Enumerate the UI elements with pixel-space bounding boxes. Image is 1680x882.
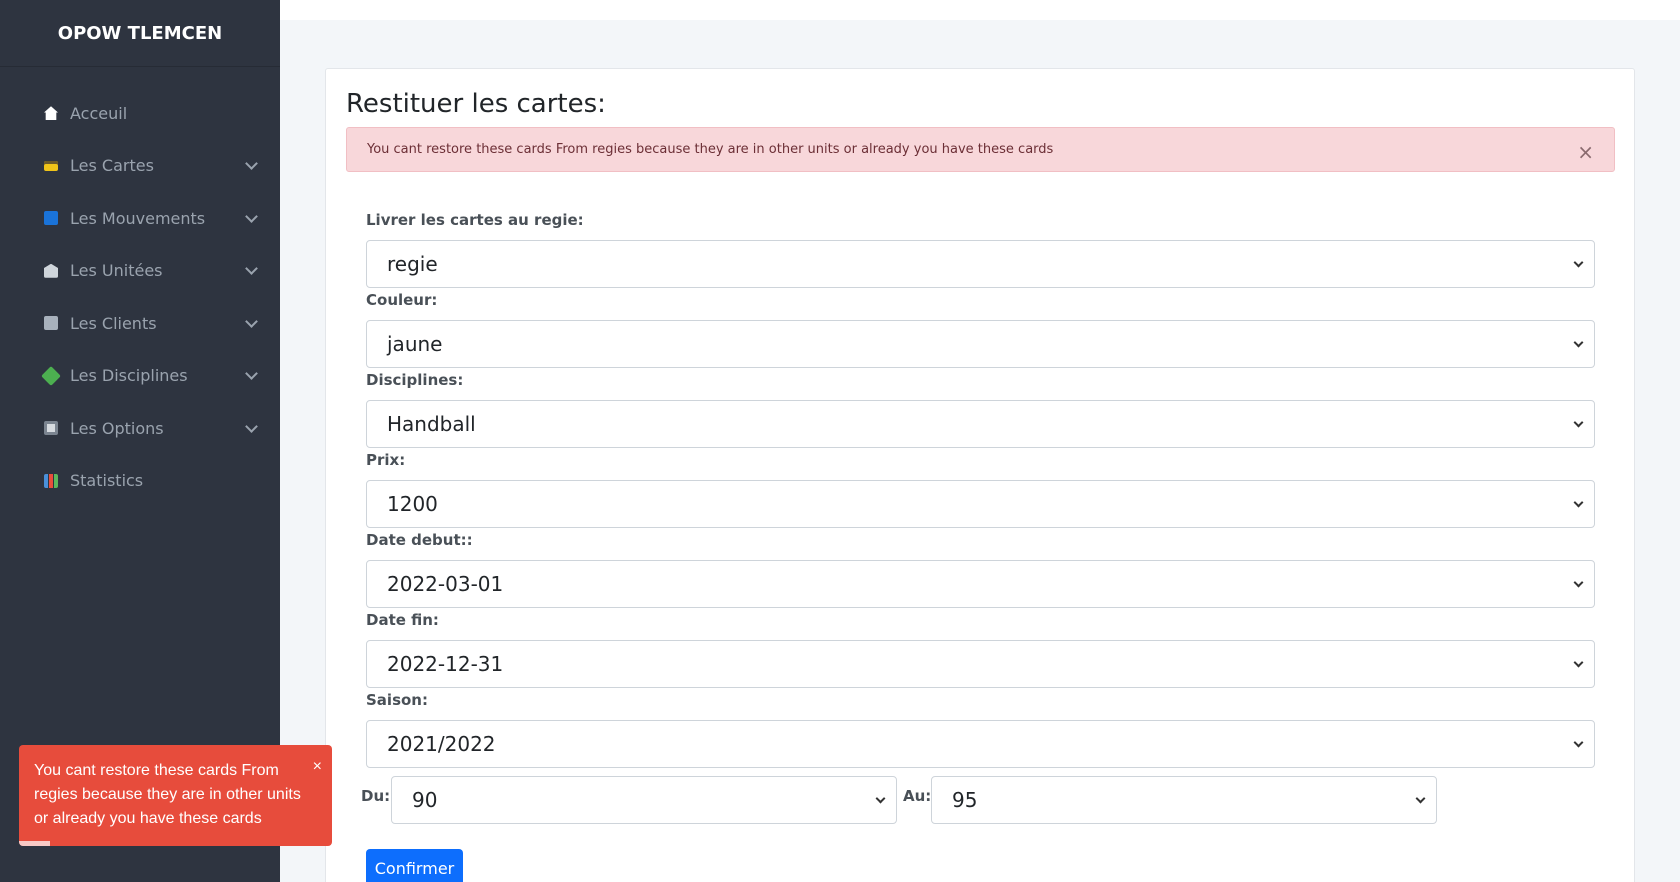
swap-icon (44, 211, 58, 226)
sidebar-item-label: Les Unitées (70, 261, 163, 281)
sidebar-item-clients[interactable]: Les Clients (0, 297, 280, 350)
saison-select[interactable]: 2021/2022 (366, 720, 1595, 768)
brand[interactable]: OPOW TLEMCEN (0, 0, 280, 67)
sidebar-item-label: Les Mouvements (70, 208, 206, 228)
saison-value: 2021/2022 (387, 732, 496, 756)
error-alert: You cant restore these cards From regies… (346, 127, 1615, 172)
chevron-down-icon (245, 157, 258, 171)
disciplines-select[interactable]: Handball (366, 400, 1595, 448)
brand-title: OPOW TLEMCEN (57, 22, 223, 44)
sidebar-item-label: Statistics (70, 471, 144, 491)
sidebar-item-cartes[interactable]: Les Cartes (0, 140, 280, 193)
error-toast[interactable]: You cant restore these cards From regies… (19, 745, 332, 846)
date-fin-select[interactable]: 2022-12-31 (366, 640, 1595, 688)
card-icon (44, 160, 58, 171)
confirm-button[interactable]: Confirmer (366, 849, 463, 882)
du-value: 90 (412, 788, 438, 812)
regie-label: Livrer les cartes au regie: (366, 211, 584, 229)
home-icon (44, 106, 58, 121)
chevron-down-icon (245, 209, 258, 223)
au-select[interactable]: 95 (931, 776, 1437, 824)
regie-select[interactable]: regie (366, 240, 1595, 288)
du-label: Du: (361, 787, 391, 805)
chevron-down-icon (1573, 497, 1584, 508)
couleur-select[interactable]: jaune (366, 320, 1595, 368)
regie-value: regie (387, 252, 438, 276)
chevron-down-icon (1573, 577, 1584, 588)
du-select[interactable]: 90 (391, 776, 897, 824)
users-icon (44, 316, 58, 331)
alert-message: You cant restore these cards From regies… (367, 142, 1054, 157)
close-icon[interactable]: × (1577, 140, 1594, 164)
sidebar-item-label: Les Clients (70, 313, 157, 333)
building-icon (44, 263, 58, 278)
date-fin-value: 2022-12-31 (387, 652, 504, 676)
sidebar-item-options[interactable]: Les Options (0, 402, 280, 455)
chevron-down-icon (1573, 417, 1584, 428)
prix-label: Prix: (366, 451, 406, 469)
chevron-down-icon (245, 367, 258, 381)
chevron-down-icon (1415, 793, 1426, 804)
sidebar-item-label: Les Cartes (70, 156, 154, 176)
chevron-down-icon (1573, 737, 1584, 748)
puzzle-icon (41, 365, 61, 386)
couleur-value: jaune (387, 332, 443, 356)
sidebar-nav: Acceuil Les Cartes Les Mouvements Les Un… (0, 87, 280, 507)
chevron-down-icon (1573, 257, 1584, 268)
saison-label: Saison: (366, 691, 428, 709)
sidebar-item-label: Acceuil (70, 103, 128, 123)
disciplines-label: Disciplines: (366, 371, 464, 389)
prix-value: 1200 (387, 492, 438, 516)
chevron-down-icon (245, 419, 258, 433)
top-bar (280, 0, 1680, 20)
chevron-down-icon (875, 793, 886, 804)
toast-message: You cant restore these cards From regies… (34, 762, 301, 827)
sidebar-item-mouvements[interactable]: Les Mouvements (0, 192, 280, 245)
date-debut-label: Date debut:: (366, 531, 473, 549)
sidebar-item-disciplines[interactable]: Les Disciplines (0, 350, 280, 403)
page-title: Restituer les cartes: (346, 89, 606, 119)
au-value: 95 (952, 788, 978, 812)
au-label: Au: (903, 787, 932, 805)
chart-icon (44, 473, 58, 488)
chevron-down-icon (1573, 657, 1584, 668)
sidebar-item-statistics[interactable]: Statistics (0, 455, 280, 508)
chevron-down-icon (245, 262, 258, 276)
toast-progress-bar (19, 841, 51, 846)
date-fin-label: Date fin: (366, 611, 439, 629)
restore-cards-panel: Restituer les cartes: You cant restore t… (325, 68, 1635, 882)
prix-select[interactable]: 1200 (366, 480, 1595, 528)
couleur-label: Couleur: (366, 291, 438, 309)
sidebar-item-label: Les Disciplines (70, 366, 188, 386)
sidebar-item-label: Les Options (70, 418, 164, 438)
gear-icon (44, 421, 58, 436)
chevron-down-icon (1573, 337, 1584, 348)
sidebar-item-acceuil[interactable]: Acceuil (0, 87, 280, 140)
chevron-down-icon (245, 314, 258, 328)
date-debut-value: 2022-03-01 (387, 572, 504, 596)
disciplines-value: Handball (387, 412, 476, 436)
sidebar-item-unitees[interactable]: Les Unitées (0, 245, 280, 298)
date-debut-select[interactable]: 2022-03-01 (366, 560, 1595, 608)
close-icon[interactable]: × (313, 755, 322, 779)
